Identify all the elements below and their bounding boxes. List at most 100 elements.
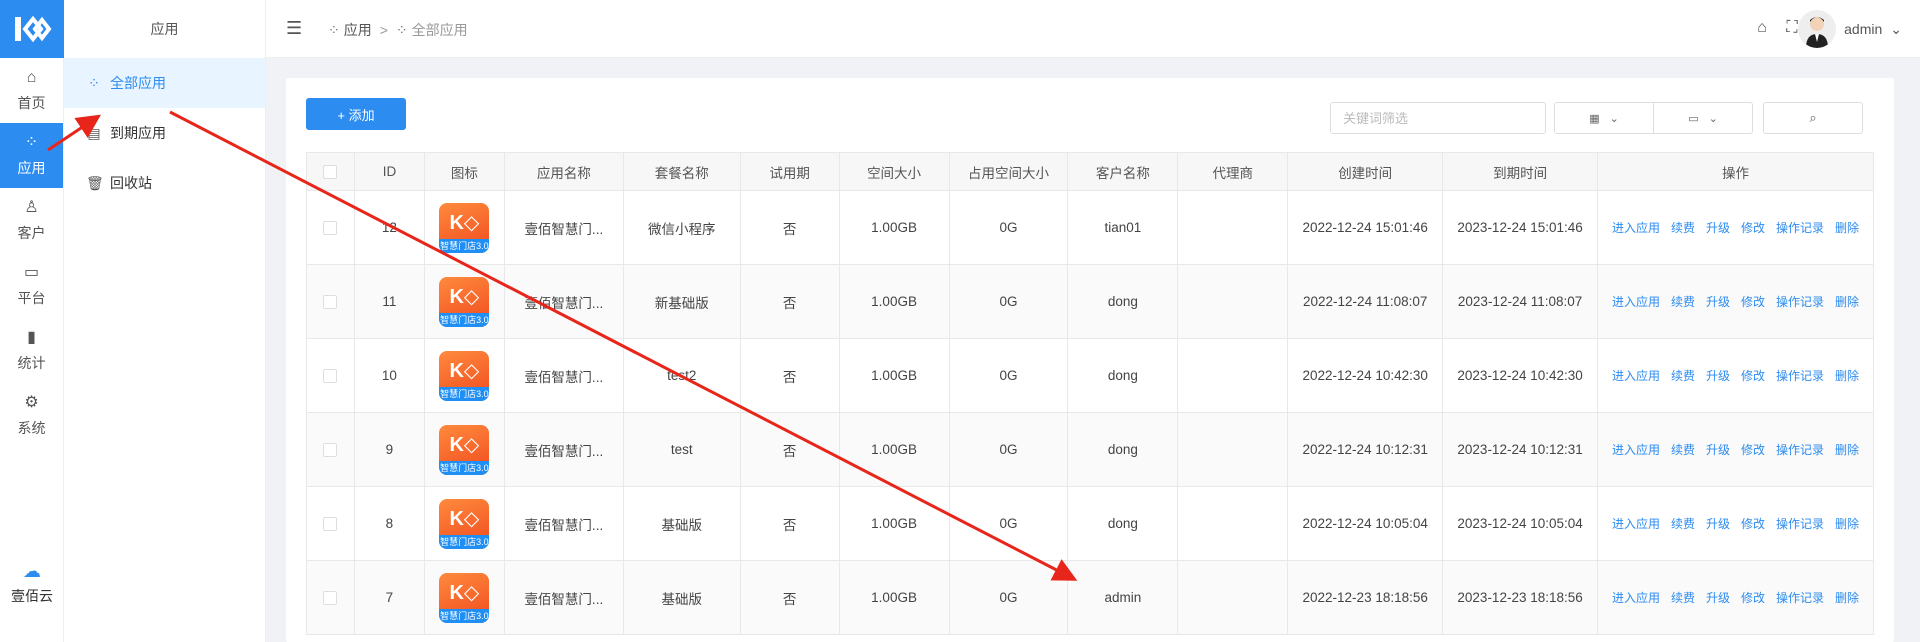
row-checkbox[interactable]	[323, 221, 338, 236]
select-all-checkbox[interactable]	[323, 165, 338, 180]
rail-item-platform[interactable]: ▭ 平台	[0, 253, 63, 318]
op-link[interactable]: 进入应用	[1612, 441, 1660, 458]
rail-item-home[interactable]: ⌂ 首页	[0, 58, 63, 123]
op-link[interactable]: 修改	[1741, 367, 1765, 384]
cell-ops: 进入应用 续费 升级 修改 操作记录 删除	[1597, 338, 1874, 413]
menu-toggle-icon[interactable]: ☰	[286, 18, 302, 39]
logo-icon	[15, 15, 52, 43]
op-link[interactable]: 修改	[1741, 293, 1765, 310]
op-link[interactable]: 升级	[1706, 441, 1730, 458]
op-link[interactable]: 删除	[1835, 367, 1859, 384]
op-link[interactable]: 进入应用	[1612, 293, 1660, 310]
breadcrumb-item[interactable]: 应用	[344, 20, 372, 40]
row-actions: 进入应用 续费 升级 修改 操作记录 删除	[1598, 441, 1873, 458]
cell-ops: 进入应用 续费 升级 修改 操作记录 删除	[1597, 560, 1874, 635]
row-checkbox[interactable]	[323, 591, 338, 606]
rail-item-customers[interactable]: ♙ 客户	[0, 188, 63, 253]
add-button[interactable]: + 添加	[306, 98, 406, 130]
op-link[interactable]: 升级	[1706, 367, 1730, 384]
cell-space: 1.00GB	[838, 338, 950, 413]
cell-used: 0G	[948, 338, 1069, 413]
cell-ops: 进入应用 续费 升级 修改 操作记录 删除	[1597, 190, 1874, 265]
op-link[interactable]: 进入应用	[1612, 589, 1660, 606]
keyword-filter-input[interactable]	[1330, 102, 1546, 134]
row-actions: 进入应用 续费 升级 修改 操作记录 删除	[1598, 589, 1873, 606]
submenu-item-expired-apps[interactable]: ▤ 到期应用	[64, 108, 265, 158]
op-link[interactable]: 续费	[1671, 293, 1695, 310]
chevron-down-icon: ⌄	[1609, 112, 1619, 125]
search-button[interactable]: ⌕	[1763, 102, 1863, 134]
cell-used: 0G	[948, 264, 1069, 339]
op-link[interactable]: 删除	[1835, 293, 1859, 310]
op-link[interactable]: 操作记录	[1776, 589, 1824, 606]
op-link[interactable]: 续费	[1671, 441, 1695, 458]
app-logo[interactable]	[0, 0, 64, 58]
submenu-item-recycle-bin[interactable]: 🗑 回收站	[64, 158, 265, 208]
rail-item-stats[interactable]: ▮ 统计	[0, 318, 63, 383]
app-icon-tag: 智慧门店3.0	[439, 238, 490, 253]
cell-created: 2022-12-24 11:08:07	[1287, 264, 1444, 339]
apps-icon: ⁘	[328, 21, 340, 38]
op-link[interactable]: 续费	[1671, 589, 1695, 606]
chevron-down-icon: ⌄	[1708, 112, 1718, 125]
op-link[interactable]: 续费	[1671, 367, 1695, 384]
apps-icon: ⁘	[24, 133, 39, 151]
op-link[interactable]: 升级	[1706, 219, 1730, 236]
username: admin	[1844, 21, 1883, 37]
column-header: 创建时间	[1287, 152, 1444, 191]
cell-agent	[1177, 412, 1289, 487]
user-menu[interactable]: admin ⌄	[1798, 10, 1902, 48]
cell-plan: test	[622, 412, 741, 487]
op-link[interactable]: 升级	[1706, 515, 1730, 532]
rail-item-apps[interactable]: ⁘ 应用	[0, 123, 63, 188]
chevron-down-icon: ⌄	[1890, 20, 1902, 37]
op-link[interactable]: 进入应用	[1612, 367, 1660, 384]
op-link[interactable]: 进入应用	[1612, 219, 1660, 236]
rail-item-label: 统计	[17, 354, 46, 371]
op-link[interactable]: 升级	[1706, 293, 1730, 310]
op-link[interactable]: 操作记录	[1776, 219, 1824, 236]
op-link[interactable]: 操作记录	[1776, 367, 1824, 384]
op-link[interactable]: 修改	[1741, 515, 1765, 532]
row-checkbox[interactable]	[323, 369, 338, 384]
breadcrumb-current: 全部应用	[411, 22, 468, 38]
op-link[interactable]: 删除	[1835, 219, 1859, 236]
cell-trial: 否	[739, 486, 840, 561]
row-checkbox[interactable]	[323, 295, 338, 310]
avatar-image	[1806, 17, 1829, 48]
cell-ops: 进入应用 续费 升级 修改 操作记录 删除	[1597, 264, 1874, 339]
submenu-item-all-apps[interactable]: ⁘ 全部应用	[64, 58, 265, 108]
cell-used: 0G	[948, 190, 1069, 265]
row-checkbox[interactable]	[323, 443, 338, 458]
op-link[interactable]: 进入应用	[1612, 515, 1660, 532]
row-checkbox[interactable]	[323, 517, 338, 532]
grid-view-dropdown[interactable]: ▦ ⌄	[1554, 102, 1654, 134]
cell-agent	[1177, 264, 1289, 339]
row-actions: 进入应用 续费 升级 修改 操作记录 删除	[1598, 367, 1873, 384]
op-link[interactable]: 操作记录	[1776, 441, 1824, 458]
op-link[interactable]: 升级	[1706, 589, 1730, 606]
op-link[interactable]: 删除	[1835, 441, 1859, 458]
column-header: 占用空间大小	[948, 152, 1069, 191]
cell-plan: 新基础版	[622, 264, 741, 339]
app-icon: K◇ 智慧门店3.0	[439, 498, 490, 549]
op-link[interactable]: 删除	[1835, 515, 1859, 532]
op-link[interactable]: 删除	[1835, 589, 1859, 606]
theme-shirt-icon[interactable]: ⌂	[1754, 19, 1770, 37]
cell-icon: K◇ 智慧门店3.0	[423, 486, 505, 561]
cell-ops: 进入应用 续费 升级 修改 操作记录 删除	[1597, 486, 1874, 561]
cell-id: 12	[353, 190, 425, 265]
op-link[interactable]: 续费	[1671, 219, 1695, 236]
rail-item-label: 平台	[17, 289, 46, 306]
folder-dropdown[interactable]: ▭ ⌄	[1653, 102, 1753, 134]
op-link[interactable]: 修改	[1741, 219, 1765, 236]
op-link[interactable]: 续费	[1671, 515, 1695, 532]
op-link[interactable]: 修改	[1741, 441, 1765, 458]
cloud-link[interactable]: ☁ 壹佰云	[0, 561, 64, 606]
column-header: 空间大小	[838, 152, 950, 191]
op-link[interactable]: 操作记录	[1776, 293, 1824, 310]
op-link[interactable]: 修改	[1741, 589, 1765, 606]
rail-item-system[interactable]: ⚙ 系统	[0, 383, 63, 448]
cell-customer: dong	[1067, 338, 1179, 413]
op-link[interactable]: 操作记录	[1776, 515, 1824, 532]
